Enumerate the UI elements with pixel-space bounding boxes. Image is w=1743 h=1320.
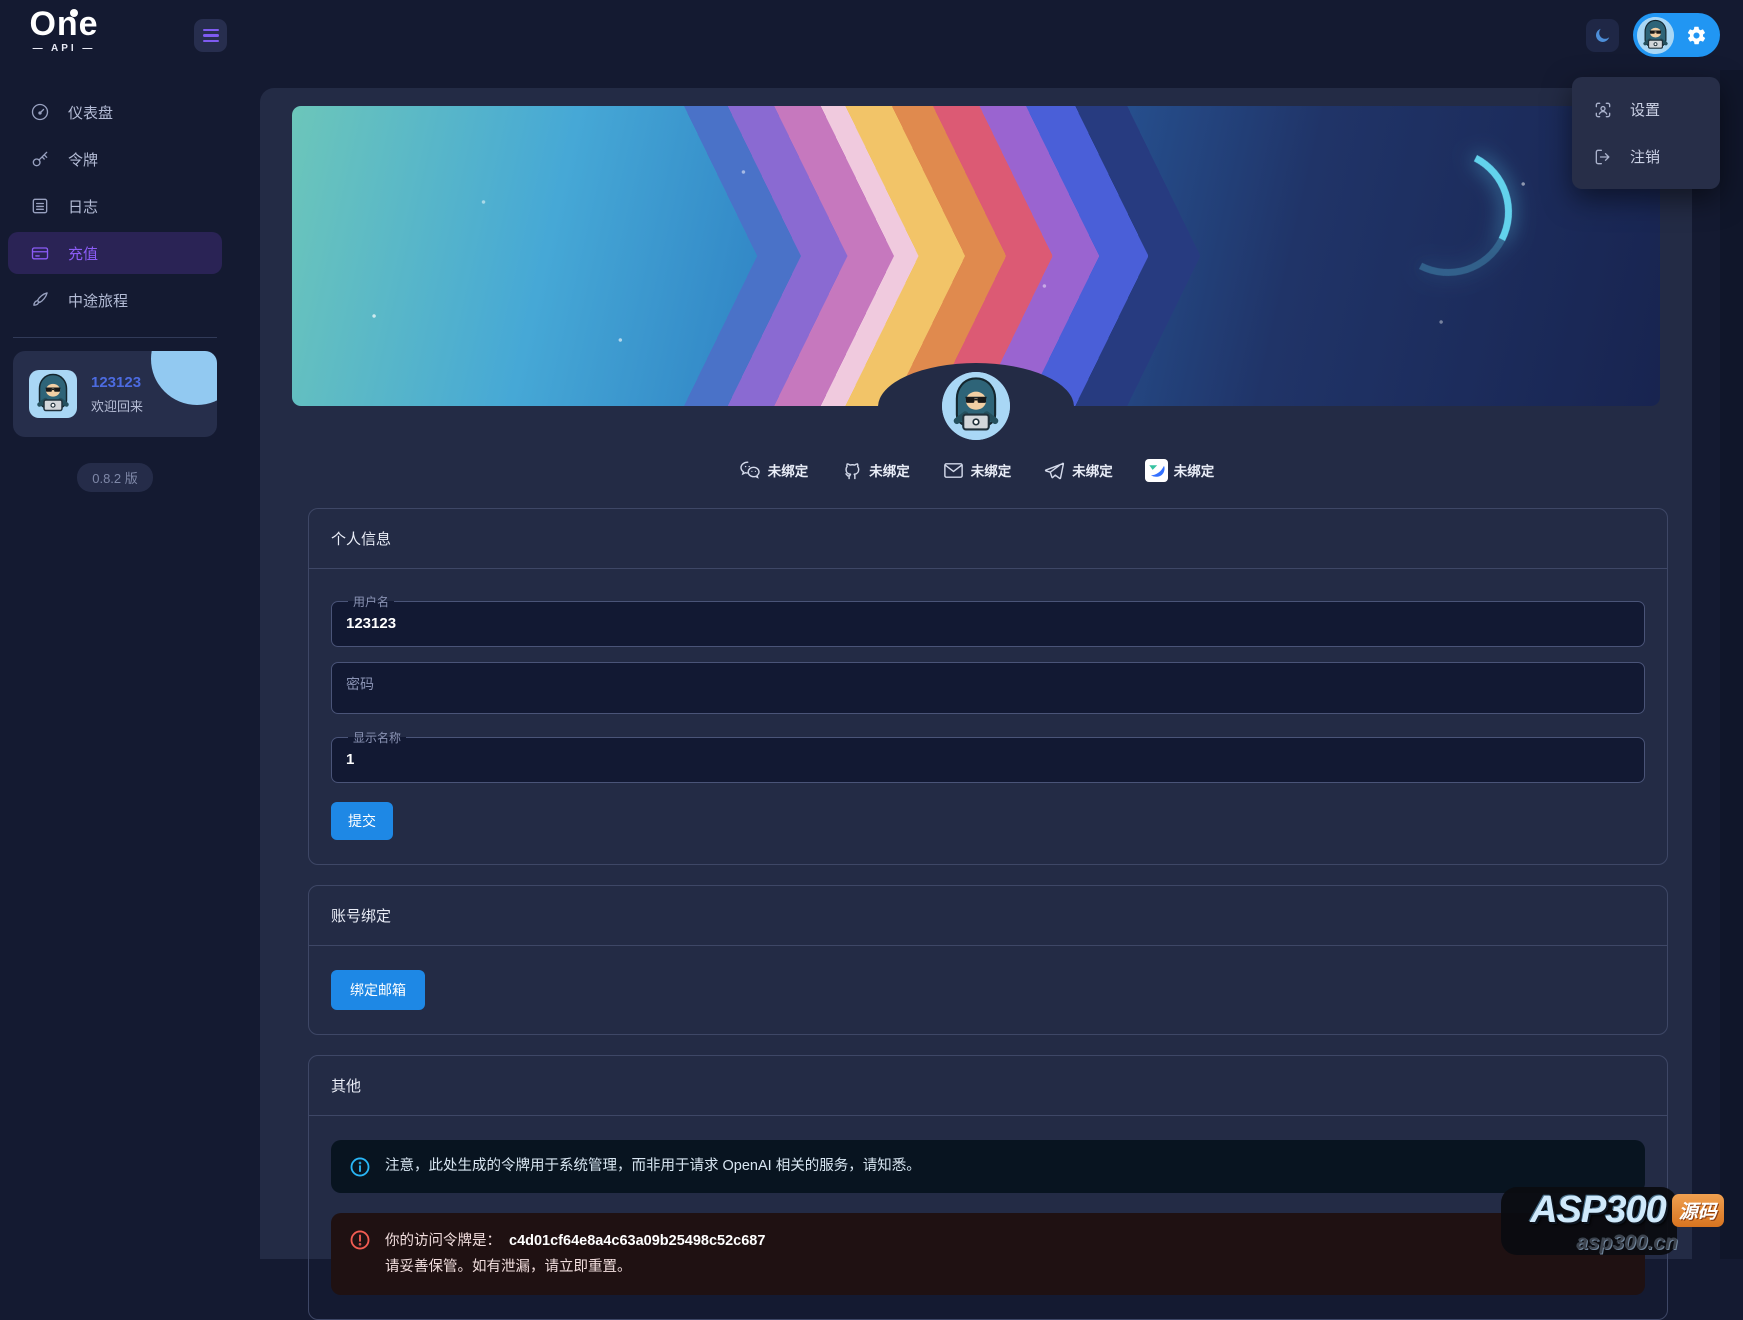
brush-icon: [30, 290, 50, 310]
main-content-panel: 未绑定 未绑定 未绑定 未绑定 未绑定 个人信息 用户名 123123 密码: [260, 88, 1692, 1259]
logo-dot: [70, 9, 78, 17]
key-icon: [30, 149, 50, 169]
telegram-binding[interactable]: 未绑定: [1043, 459, 1113, 482]
info-alert-text: 注意，此处生成的令牌用于系统管理，而非用于请求 OpenAI 相关的服务，请知悉…: [385, 1155, 921, 1177]
theme-toggle-button[interactable]: [1586, 19, 1619, 52]
profile-avatar[interactable]: [942, 372, 1010, 440]
error-icon: [349, 1229, 371, 1251]
binding-status-label: 未绑定: [869, 460, 910, 480]
personal-info-title: 个人信息: [309, 509, 1667, 569]
mail-icon: [942, 459, 965, 482]
watermark-title: ASP300: [1530, 1191, 1666, 1229]
user-menu-button[interactable]: [1633, 13, 1720, 57]
access-token-value[interactable]: c4d01cf64e8a4c63a09b25498c52c687: [509, 1233, 765, 1249]
display-name-field[interactable]: 显示名称 1: [331, 729, 1645, 783]
sidebar-toggle-button[interactable]: [194, 19, 227, 52]
sidebar-username: 123123: [91, 374, 143, 391]
lark-icon: [1145, 459, 1168, 482]
sidebar-greeting: 欢迎回来: [91, 396, 143, 415]
sidebar-item-tokens[interactable]: 令牌: [8, 138, 222, 180]
topbar-avatar: [1637, 17, 1674, 54]
menu-item-label: 设置: [1630, 99, 1660, 120]
sidebar-item-label: 仪表盘: [68, 102, 113, 123]
binding-status-label: 未绑定: [971, 460, 1012, 480]
gear-icon[interactable]: [1686, 25, 1707, 46]
menu-icon: [203, 29, 219, 31]
access-token-alert: 你的访问令牌是： c4d01cf64e8a4c63a09b25498c52c687…: [331, 1213, 1645, 1295]
sidebar-item-label: 中途旅程: [68, 290, 128, 311]
lark-binding[interactable]: 未绑定: [1145, 459, 1215, 482]
menu-item-logout[interactable]: 注销: [1572, 133, 1720, 180]
moon-icon: [1593, 26, 1612, 45]
sidebar-user-card[interactable]: 123123 欢迎回来: [13, 351, 217, 437]
submit-button[interactable]: 提交: [331, 802, 393, 840]
menu-item-label: 注销: [1630, 146, 1660, 167]
sidebar-item-label: 令牌: [68, 149, 98, 170]
wechat-icon: [738, 458, 762, 482]
email-binding[interactable]: 未绑定: [942, 459, 1012, 482]
binding-status-label: 未绑定: [1174, 460, 1215, 480]
version-badge: 0.8.2 版: [77, 463, 153, 492]
sidebar-avatar: [29, 370, 77, 418]
logo-subtitle: — API —: [24, 43, 104, 54]
watermark-badge: 源码: [1672, 1194, 1724, 1227]
github-binding[interactable]: 未绑定: [840, 459, 910, 482]
log-icon: [30, 196, 50, 216]
wechat-binding[interactable]: 未绑定: [738, 458, 809, 482]
username-label: 用户名: [348, 593, 394, 610]
sidebar-item-logs[interactable]: 日志: [8, 185, 222, 227]
username-field[interactable]: 用户名 123123: [331, 593, 1645, 647]
user-card-decoration: [151, 351, 217, 405]
token-note: 请妥善保管。如有泄漏，请立即重置。: [385, 1254, 765, 1280]
app-logo[interactable]: One — API —: [24, 7, 104, 54]
other-card: 其他 注意，此处生成的令牌用于系统管理，而非用于请求 OpenAI 相关的服务，…: [308, 1055, 1668, 1320]
telegram-icon: [1043, 459, 1066, 482]
dashboard-icon: [30, 102, 50, 122]
sidebar-item-label: 日志: [68, 196, 98, 217]
other-title: 其他: [309, 1056, 1667, 1116]
display-name-label: 显示名称: [348, 729, 406, 746]
bind-email-button[interactable]: 绑定邮箱: [331, 970, 425, 1010]
profile-settings-icon: [1593, 100, 1613, 120]
username-value[interactable]: 123123: [346, 612, 1630, 636]
asp300-watermark: ASP300 源码 asp300.cn: [1513, 1191, 1741, 1255]
sidebar-item-midjourney[interactable]: 中途旅程: [8, 279, 222, 321]
token-prefix: 你的访问令牌是：: [385, 1233, 501, 1249]
password-label: 密码: [346, 674, 374, 694]
profile-banner-image: [292, 106, 1660, 406]
personal-info-card: 个人信息 用户名 123123 密码 显示名称 1 提交: [308, 508, 1668, 865]
menu-item-settings[interactable]: 设置: [1572, 86, 1720, 133]
sidebar-divider: [13, 337, 217, 338]
binding-status-label: 未绑定: [1072, 460, 1113, 480]
sidebar: 仪表盘 令牌 日志 充值 中途旅程 123123 欢迎回来 0.8.2 版: [0, 70, 230, 1259]
credit-card-icon: [30, 243, 50, 263]
binding-status-label: 未绑定: [768, 460, 809, 480]
account-binding-card: 账号绑定 绑定邮箱: [308, 885, 1668, 1035]
account-binding-title: 账号绑定: [309, 886, 1667, 946]
sidebar-item-label: 充值: [68, 243, 98, 264]
sidebar-item-dashboard[interactable]: 仪表盘: [8, 91, 222, 133]
topbar: One — API —: [0, 0, 1743, 70]
github-icon: [840, 459, 863, 482]
user-dropdown-menu: 设置 注销: [1572, 77, 1720, 189]
display-name-value[interactable]: 1: [346, 748, 1630, 772]
logout-icon: [1593, 147, 1613, 167]
scrollbar-gutter[interactable]: [1720, 70, 1743, 1259]
token-info-alert: 注意，此处生成的令牌用于系统管理，而非用于请求 OpenAI 相关的服务，请知悉…: [331, 1140, 1645, 1193]
sidebar-item-recharge[interactable]: 充值: [8, 232, 222, 274]
password-field[interactable]: 密码: [331, 662, 1645, 714]
info-icon: [349, 1156, 371, 1178]
watermark-domain: asp300.cn: [1513, 1231, 1741, 1255]
logo-text: One: [29, 7, 98, 41]
